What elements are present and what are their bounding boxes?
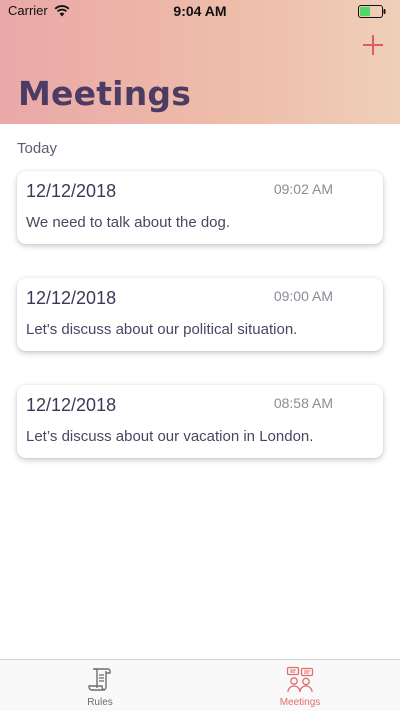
meetings-screen: Carrier 9:04 AM Meetings Today 12/12/201… <box>0 0 400 711</box>
scroll-icon <box>88 668 111 691</box>
tab-label: Rules <box>87 697 113 708</box>
status-time: 9:04 AM <box>173 3 227 19</box>
meeting-card[interactable]: 12/12/2018 09:02 AM We need to talk abou… <box>17 171 383 244</box>
meeting-time: 09:02 AM <box>273 181 333 197</box>
status-bar: Carrier 9:04 AM <box>0 0 400 24</box>
meeting-date: 12/12/2018 <box>26 395 117 415</box>
plus-icon[interactable] <box>362 34 384 56</box>
page-title: Meetings <box>18 74 192 113</box>
tab-meetings[interactable]: Meetings <box>200 660 400 711</box>
battery-icon <box>358 5 386 18</box>
meeting-time: 08:58 AM <box>273 395 333 411</box>
meeting-text: Let's discuss about our political situat… <box>26 321 298 338</box>
meeting-text: Let’s discuss about our vacation in Lond… <box>26 428 314 445</box>
section-label-today: Today <box>17 140 58 157</box>
meeting-text: We need to talk about the dog. <box>26 214 231 231</box>
meeting-card[interactable]: 12/12/2018 08:58 AM Let’s discuss about … <box>17 385 383 458</box>
tab-label: Meetings <box>279 697 321 708</box>
meeting-chat-icon <box>286 666 314 693</box>
meeting-card[interactable]: 12/12/2018 09:00 AM Let's discuss about … <box>17 278 383 351</box>
meeting-date: 12/12/2018 <box>26 288 117 308</box>
meeting-date: 12/12/2018 <box>26 181 117 201</box>
tab-rules[interactable]: Rules <box>0 660 200 711</box>
meeting-time: 09:00 AM <box>273 288 333 304</box>
header: Carrier 9:04 AM Meetings <box>0 0 400 124</box>
tab-bar: Rules Meetings <box>0 659 400 711</box>
